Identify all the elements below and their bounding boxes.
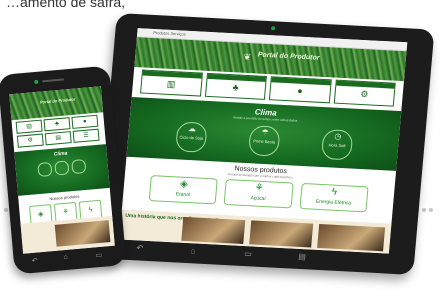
tractor-icon: ⚙ [359,88,369,100]
phone-card-1[interactable]: ▥ [15,119,43,134]
phone-card-2[interactable]: ♣ [43,117,71,132]
clima-circle-3[interactable]: ◷ Hora Soft [320,129,354,161]
tablet-screen: Produtos Serviços ❦ Portal do Produtor ▥… [119,28,408,254]
tablet-card-2[interactable]: ♣ [204,72,267,100]
person-icon: ● [296,85,304,96]
product-energia[interactable]: ϟ Energia Elétrica [299,182,369,213]
home-icon[interactable]: ⌂ [63,254,68,261]
tablet-device: Produtos Serviços ❦ Portal do Produtor ▥… [95,13,435,275]
home-icon[interactable]: ⌂ [190,246,196,255]
phone-clima-circle[interactable] [71,158,87,175]
phone-history-photo [54,220,111,247]
product-etanol[interactable]: ◈ Etanol [148,175,219,205]
phone-camera [34,79,39,85]
phone-card-4[interactable]: ⚙ [16,133,44,148]
tablet-logo-text: Portal do Produtor [257,51,320,62]
plant-icon: ♣ [232,82,239,93]
phone-screen: Portal do Produtor ▥ ♣ ● ⚙ ▤ ☰ Clima Nos… [9,86,115,254]
tablet-card-1[interactable]: ▥ [140,69,203,97]
history-photo-2 [249,220,314,248]
tablet-card-3[interactable]: ● [268,76,332,104]
phone-logo-text: Portal do Produtor [39,96,76,105]
clima-circle-2[interactable]: ☂ Prime Besta [247,125,281,157]
back-icon[interactable]: ↶ [136,243,143,252]
clima-circle-1[interactable]: ☁ Ciclo de Soja [175,121,208,153]
back-icon[interactable]: ↶ [31,256,38,264]
phone-speaker [42,78,65,83]
phone-nav-bar: ↶ ⌂ ▭ [25,250,114,268]
menu-icon[interactable]: ▤ [298,252,306,261]
history-photo-1 [181,216,246,244]
leaf-icon: ❦ [243,51,252,63]
phone-device: Portal do Produtor ▥ ♣ ● ⚙ ▤ ☰ Clima Nos… [0,65,127,275]
top-caption: …amento de safra, [6,0,126,10]
history-photo-3 [317,223,386,252]
tablet-camera [270,26,276,31]
phone-clima-circle[interactable] [54,160,70,176]
recent-apps-icon[interactable]: ▭ [95,251,102,260]
phone-clima-circle[interactable] [37,161,53,178]
clock-icon: ◷ [334,131,342,141]
product-acucar[interactable]: ⚘ Açúcar [223,179,294,209]
chart-icon: ▥ [166,78,176,90]
phone-card-3[interactable]: ● [71,114,99,129]
tablet-card-4[interactable]: ⚙ [333,79,396,107]
phone-card-6[interactable]: ☰ [72,128,100,143]
phone-card-5[interactable]: ▤ [44,131,72,146]
recent-apps-icon[interactable]: ▭ [244,249,252,258]
